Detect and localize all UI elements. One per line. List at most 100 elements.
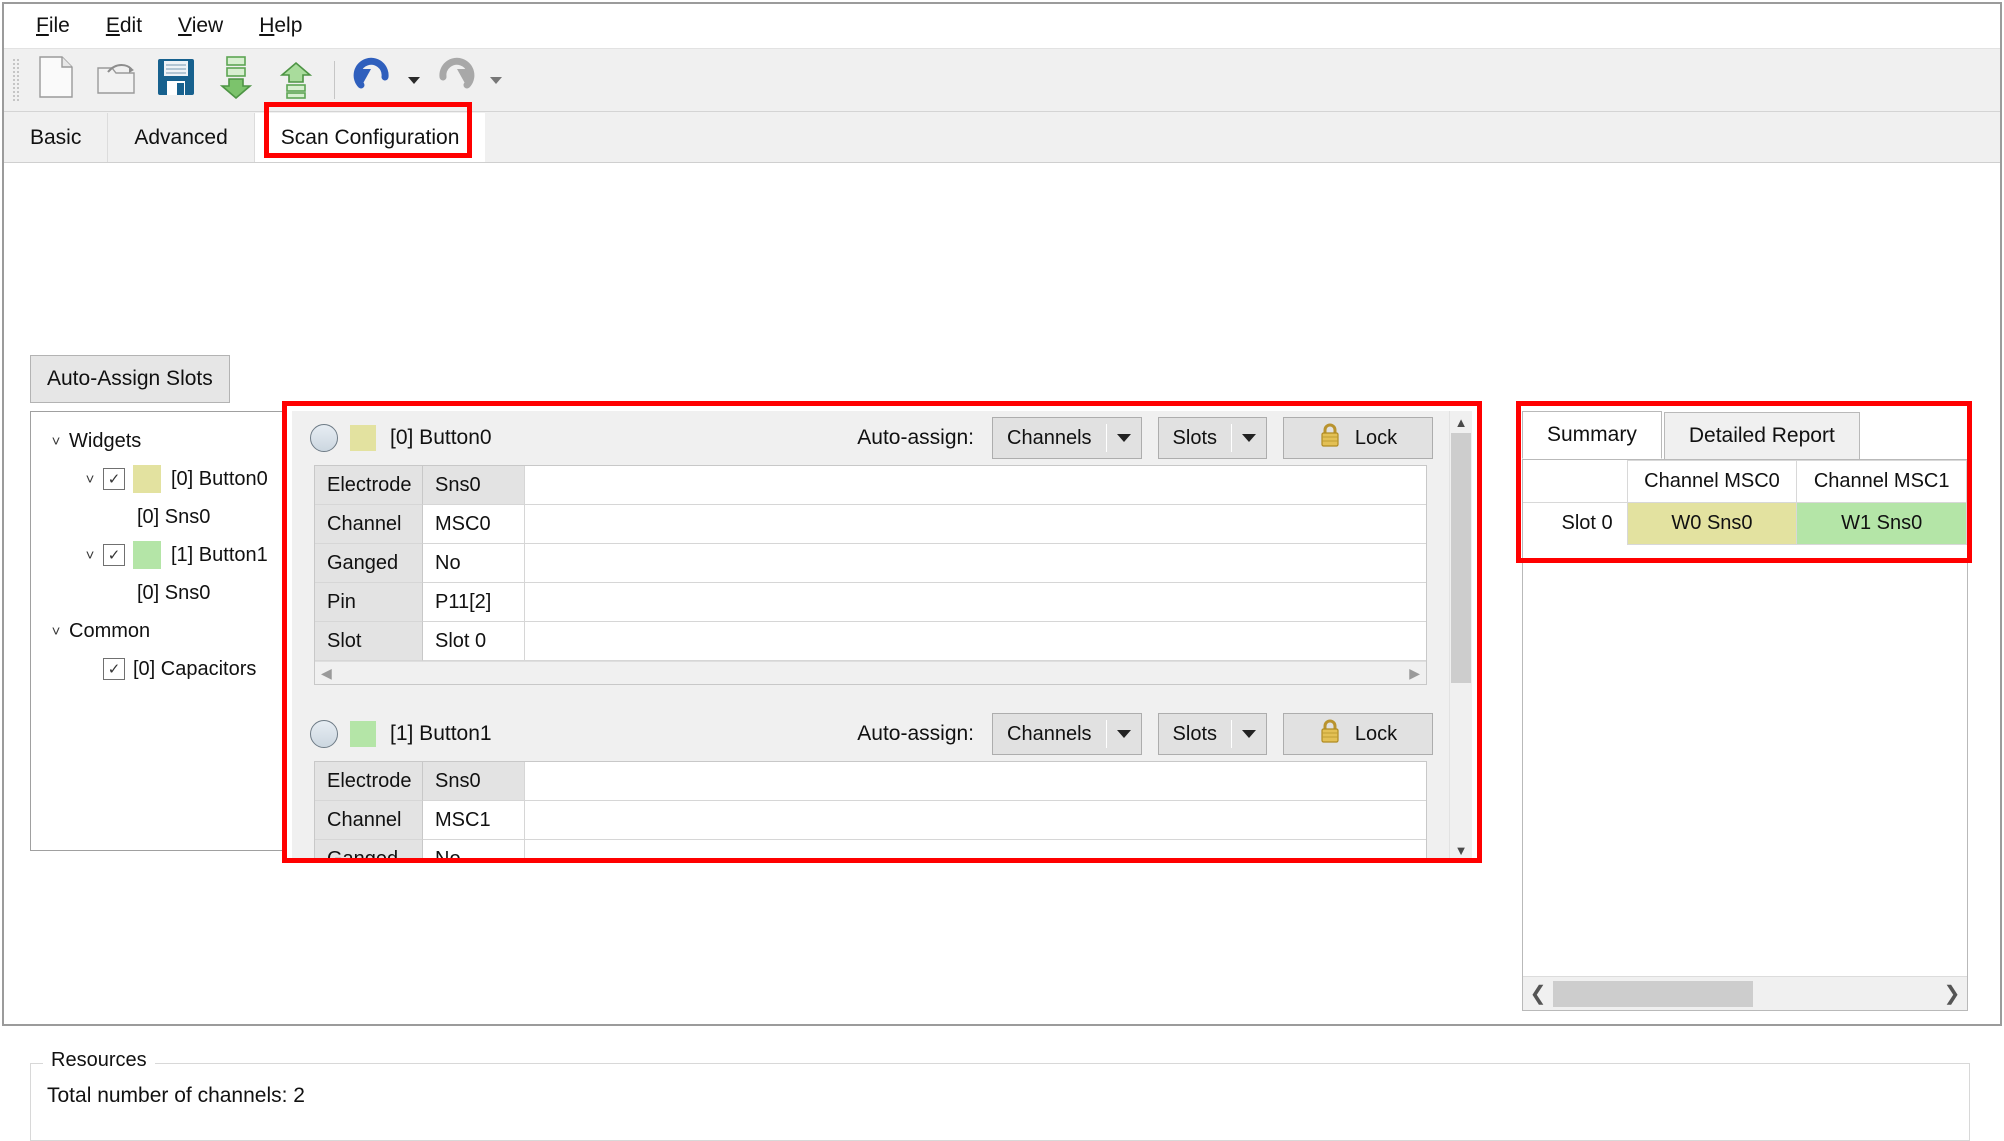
horizontal-scroll-thumb[interactable] [1553, 980, 1753, 1007]
summary-assignment-cell[interactable]: W1 Sns0 [1796, 502, 1967, 545]
tree-item[interactable]: [0] Sns0 [31, 498, 285, 536]
tree-item[interactable]: [0] Sns0 [31, 574, 285, 612]
tree-item[interactable]: ˅ Widgets [31, 422, 285, 460]
tree-item[interactable]: ˅ ✓ [0] Button0 [31, 460, 285, 498]
chevron-down-icon[interactable] [1107, 730, 1141, 738]
auto-assign-channels-combo[interactable]: Channels [992, 713, 1142, 755]
new-file-button[interactable] [26, 52, 86, 108]
chevron-down-icon[interactable]: ˅ [43, 433, 69, 450]
redo-dropdown-button[interactable] [485, 53, 507, 107]
lock-button[interactable]: Lock [1283, 417, 1433, 459]
save-button[interactable] [146, 52, 206, 108]
redo-icon [433, 57, 477, 103]
tree-item[interactable]: ˅ Common [31, 612, 285, 650]
widget-config-scroll-area[interactable]: [0] Button0 Auto-assign: Channels Slots Lock… [292, 411, 1472, 861]
property-value[interactable]: MSC1 [423, 801, 525, 840]
undo-button[interactable] [343, 52, 403, 108]
chevron-down-icon[interactable] [1232, 434, 1266, 442]
tree-item-label: [1] Button1 [171, 543, 268, 566]
scroll-left-arrow-icon[interactable]: ❮ [1523, 981, 1553, 1006]
property-value[interactable]: No [423, 544, 525, 583]
chevron-down-icon[interactable] [1107, 434, 1141, 442]
tree-item[interactable]: ✓ [0] Capacitors [31, 650, 285, 688]
lock-icon [1319, 422, 1341, 454]
open-folder-button[interactable] [86, 52, 146, 108]
tree-item-checkbox[interactable]: ✓ [103, 658, 125, 680]
lock-button[interactable]: Lock [1283, 713, 1433, 755]
scroll-right-arrow-icon[interactable]: ▶ [1409, 665, 1420, 682]
auto-assign-slots-button[interactable]: Auto-Assign Slots [30, 355, 230, 403]
chevron-down-icon[interactable] [1232, 730, 1266, 738]
property-key: Electrode [315, 466, 423, 505]
widget-color-swatch [133, 465, 161, 493]
vertical-scroll-track[interactable] [1450, 433, 1472, 839]
toolbar-separator [334, 61, 335, 99]
menu-view[interactable]: View [160, 10, 241, 42]
menu-edit[interactable]: Edit [88, 10, 160, 42]
scroll-up-arrow-icon[interactable]: ▲ [1450, 411, 1472, 433]
widget-tree[interactable]: ˅ Widgets ˅ ✓ [0] Button0 [0] Sns0 ˅ ✓ [1] Butto… [30, 411, 286, 851]
tab-scan-configuration[interactable]: Scan Configuration [254, 113, 486, 162]
property-key: Ganged [315, 544, 423, 583]
tab-advanced-label: Advanced [134, 125, 228, 149]
undo-dropdown-button[interactable] [403, 53, 425, 107]
scroll-down-arrow-icon[interactable]: ▼ [1450, 839, 1472, 861]
tree-item-checkbox[interactable]: ✓ [103, 544, 125, 566]
menu-help[interactable]: Help [241, 10, 320, 42]
tab-basic[interactable]: Basic [4, 113, 109, 162]
summary-table-corner [1523, 460, 1628, 503]
property-row-filler [525, 505, 1426, 544]
property-row[interactable]: Slot Slot 0 [315, 622, 1426, 661]
property-grid-horizontal-scrollbar[interactable]: ◀ ▶ [315, 661, 1426, 684]
import-button[interactable] [206, 52, 266, 108]
property-row[interactable]: Channel MSC0 [315, 505, 1426, 544]
property-row[interactable]: Electrode Sns0 [315, 466, 1426, 505]
summary-assignment-cell[interactable]: W0 Sns0 [1626, 502, 1798, 545]
chevron-down-icon[interactable]: ˅ [77, 547, 103, 564]
widget-header: [0] Button0 Auto-assign: Channels Slots Lock [292, 411, 1449, 465]
widget-select-radio[interactable] [310, 720, 338, 748]
chevron-down-icon[interactable]: ˅ [77, 471, 103, 488]
export-button[interactable] [266, 52, 326, 108]
tree-item-checkbox[interactable]: ✓ [103, 468, 125, 490]
property-row[interactable]: Channel MSC1 [315, 801, 1426, 840]
export-up-arrow-icon [276, 55, 316, 105]
tree-item[interactable]: ˅ ✓ [1] Button1 [31, 536, 285, 574]
tab-advanced[interactable]: Advanced [108, 113, 255, 162]
horizontal-scroll-track[interactable] [1553, 980, 1937, 1007]
widget-property-grid[interactable]: Electrode Sns0 Channel MSC1 Ganged No [314, 761, 1427, 861]
tab-detailed-report[interactable]: Detailed Report [1663, 412, 1860, 459]
property-key: Ganged [315, 840, 423, 861]
tab-summary[interactable]: Summary [1522, 411, 1662, 459]
report-horizontal-scrollbar[interactable]: ❮ ❯ [1523, 976, 1967, 1010]
widget-select-radio[interactable] [310, 424, 338, 452]
property-value[interactable]: Slot 0 [423, 622, 525, 661]
property-row[interactable]: Electrode Sns0 [315, 762, 1426, 801]
widget-config-vertical-scrollbar[interactable]: ▲ ▼ [1449, 411, 1472, 861]
chevron-down-icon[interactable]: ˅ [43, 623, 69, 640]
scroll-right-arrow-icon[interactable]: ❯ [1937, 981, 1967, 1006]
auto-assign-channels-combo[interactable]: Channels [992, 417, 1142, 459]
resources-group: Resources Total number of channels: 2 [30, 1049, 1970, 1141]
property-value[interactable]: No [423, 840, 525, 861]
auto-assign-slots-combo[interactable]: Slots [1157, 417, 1267, 459]
property-row[interactable]: Pin P11[2] [315, 583, 1426, 622]
menu-file[interactable]: File [18, 10, 88, 42]
property-value[interactable]: P11[2] [423, 583, 525, 622]
redo-button[interactable] [425, 52, 485, 108]
widget-property-grid[interactable]: Electrode Sns0 Channel MSC0 Ganged No Pin P11[2… [314, 465, 1427, 685]
toolbar-grip[interactable] [12, 58, 20, 102]
property-value[interactable]: MSC0 [423, 505, 525, 544]
toolbar [4, 48, 2000, 112]
property-key: Channel [315, 505, 423, 544]
property-row-filler [525, 622, 1426, 661]
scroll-left-arrow-icon[interactable]: ◀ [321, 665, 332, 682]
property-row[interactable]: Ganged No [315, 840, 1426, 861]
vertical-scroll-thumb[interactable] [1451, 433, 1471, 683]
lock-icon [1319, 718, 1341, 750]
property-value[interactable]: Sns0 [423, 762, 525, 801]
auto-assign-slots-combo[interactable]: Slots [1157, 713, 1267, 755]
property-value[interactable]: Sns0 [423, 466, 525, 505]
property-row[interactable]: Ganged No [315, 544, 1426, 583]
auto-assign-label: Auto-assign: [857, 426, 975, 449]
